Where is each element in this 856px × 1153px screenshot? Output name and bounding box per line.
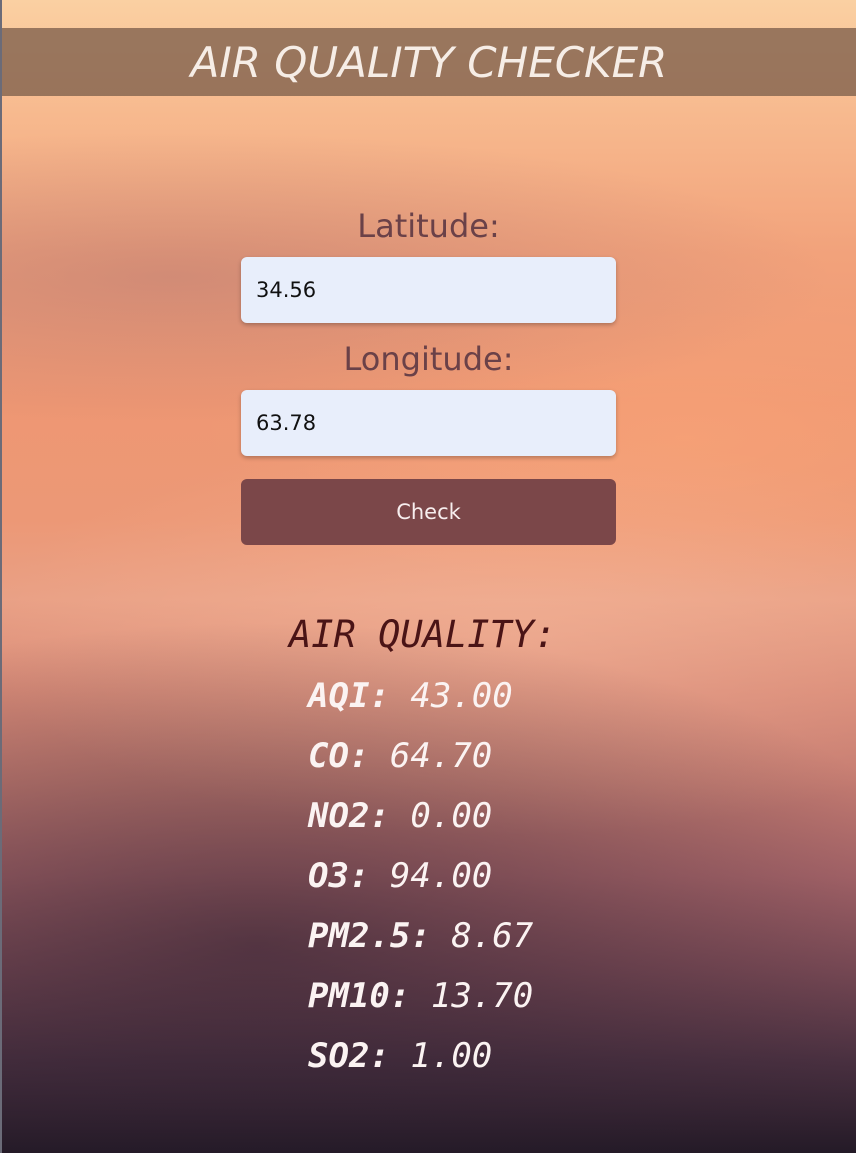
window-left-edge xyxy=(0,0,2,1153)
result-value: 8.67 xyxy=(451,916,534,956)
result-name: PM10: xyxy=(308,976,411,1016)
longitude-input[interactable]: 63.78 xyxy=(241,390,616,456)
longitude-label: Longitude: xyxy=(343,340,514,378)
result-name: PM2.5: xyxy=(308,916,431,956)
result-name: AQI: xyxy=(308,676,390,716)
check-button[interactable]: Check xyxy=(241,479,616,545)
result-row-o3: O3: 94.00 xyxy=(308,846,556,906)
header-bar: AIR QUALITY CHECKER xyxy=(2,28,856,96)
result-row-pm25: PM2.5: 8.67 xyxy=(308,906,556,966)
result-value: 13.70 xyxy=(430,976,534,1016)
latitude-input[interactable]: 34.56 xyxy=(241,257,616,323)
results-title: AIR QUALITY: xyxy=(289,613,557,656)
result-name: NO2: xyxy=(308,796,390,836)
latitude-value: 34.56 xyxy=(256,278,317,302)
result-value: 43.00 xyxy=(410,676,513,716)
result-row-no2: NO2: 0.00 xyxy=(308,786,556,846)
page-title: AIR QUALITY CHECKER xyxy=(190,37,668,87)
result-value: 0.00 xyxy=(410,796,493,836)
result-value: 64.70 xyxy=(389,736,493,776)
result-value: 94.00 xyxy=(389,856,493,896)
result-name: SO2: xyxy=(308,1036,390,1076)
result-row-pm10: PM10: 13.70 xyxy=(308,966,556,1026)
result-value: 1.00 xyxy=(410,1036,493,1076)
result-row-so2: SO2: 1.00 xyxy=(308,1026,556,1086)
longitude-value: 63.78 xyxy=(256,411,317,435)
result-name: O3: xyxy=(308,856,370,896)
latitude-label: Latitude: xyxy=(357,207,500,245)
result-row-co: CO: 64.70 xyxy=(308,726,556,786)
coordinates-form: Latitude: 34.56 Longitude: 63.78 Check xyxy=(241,200,616,545)
result-row-aqi: AQI: 43.00 xyxy=(308,666,556,726)
result-name: CO: xyxy=(308,736,370,776)
air-quality-results: AIR QUALITY: AQI: 43.00 CO: 64.70 NO2: 0… xyxy=(289,610,556,1086)
results-list: AQI: 43.00 CO: 64.70 NO2: 0.00 O3: 94.00… xyxy=(308,666,556,1086)
